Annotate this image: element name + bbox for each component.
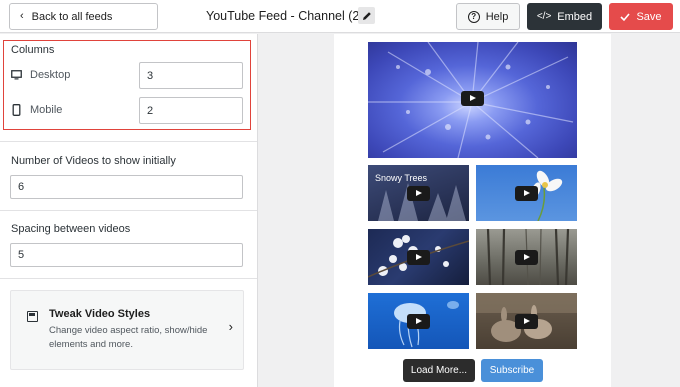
video-thumbnail[interactable] (368, 42, 577, 158)
mobile-row-label: Mobile (11, 104, 62, 116)
pencil-icon (362, 11, 371, 20)
section-divider (0, 141, 257, 142)
back-to-feeds-button[interactable]: ‹ Back to all feeds (9, 3, 158, 30)
play-icon (515, 314, 538, 329)
code-icon: </> (536, 11, 552, 22)
play-icon (407, 314, 430, 329)
edit-title-button[interactable] (358, 7, 375, 24)
settings-sidebar: Columns Desktop 3 Mobile 2 Number of Vid… (0, 34, 258, 387)
top-bar: ‹ Back to all feeds YouTube Feed - Chann… (0, 0, 680, 33)
subscribe-button[interactable]: Subscribe (481, 359, 543, 382)
video-title: Snowy Trees (375, 173, 428, 183)
section-divider (0, 210, 257, 211)
desktop-label: Desktop (30, 69, 71, 81)
mobile-label: Mobile (30, 104, 63, 116)
feed-title: YouTube Feed - Channel (2) (206, 9, 364, 23)
play-icon (461, 91, 484, 106)
desktop-icon (11, 70, 22, 80)
tweak-title: Tweak Video Styles (49, 308, 151, 320)
play-icon (515, 250, 538, 265)
spacing-label: Spacing between videos (11, 223, 131, 235)
question-circle-icon: ? (467, 10, 480, 23)
play-icon (515, 186, 538, 201)
section-divider (0, 278, 257, 279)
help-button-label: Help (485, 10, 509, 23)
num-videos-input[interactable]: 6 (10, 175, 243, 199)
video-thumbnail[interactable] (368, 229, 469, 285)
video-thumbnail[interactable] (368, 293, 469, 349)
save-button[interactable]: Save (609, 3, 673, 30)
embed-button-label: Embed (557, 10, 593, 23)
play-icon (407, 250, 430, 265)
help-button[interactable]: ? Help (456, 3, 520, 30)
video-thumbnail[interactable] (476, 229, 577, 285)
video-thumbnail[interactable] (476, 165, 577, 221)
video-thumbnail[interactable]: Snowy Trees (368, 165, 469, 221)
checkmark-icon (620, 12, 631, 21)
spacing-input[interactable]: 5 (10, 243, 243, 267)
video-thumbnail[interactable] (476, 293, 577, 349)
tweak-video-styles-card[interactable]: Tweak Video Styles Change video aspect r… (10, 290, 244, 370)
save-button-label: Save (636, 10, 662, 23)
embed-button[interactable]: </> Embed (527, 3, 602, 30)
play-icon (407, 186, 430, 201)
load-more-button[interactable]: Load More... (403, 359, 475, 382)
num-videos-label: Number of Videos to show initially (11, 155, 176, 167)
layout-icon (27, 311, 38, 322)
mobile-icon (12, 104, 21, 116)
chevron-left-icon: ‹ (20, 10, 24, 22)
tweak-description: Change video aspect ratio, show/hide ele… (49, 325, 208, 350)
desktop-row-label: Desktop (11, 69, 70, 81)
chevron-right-icon: › (228, 319, 233, 334)
columns-heading: Columns (11, 44, 55, 56)
mobile-columns-input[interactable]: 2 (139, 97, 243, 124)
desktop-columns-input[interactable]: 3 (139, 62, 243, 89)
back-button-label: Back to all feeds (31, 10, 113, 23)
